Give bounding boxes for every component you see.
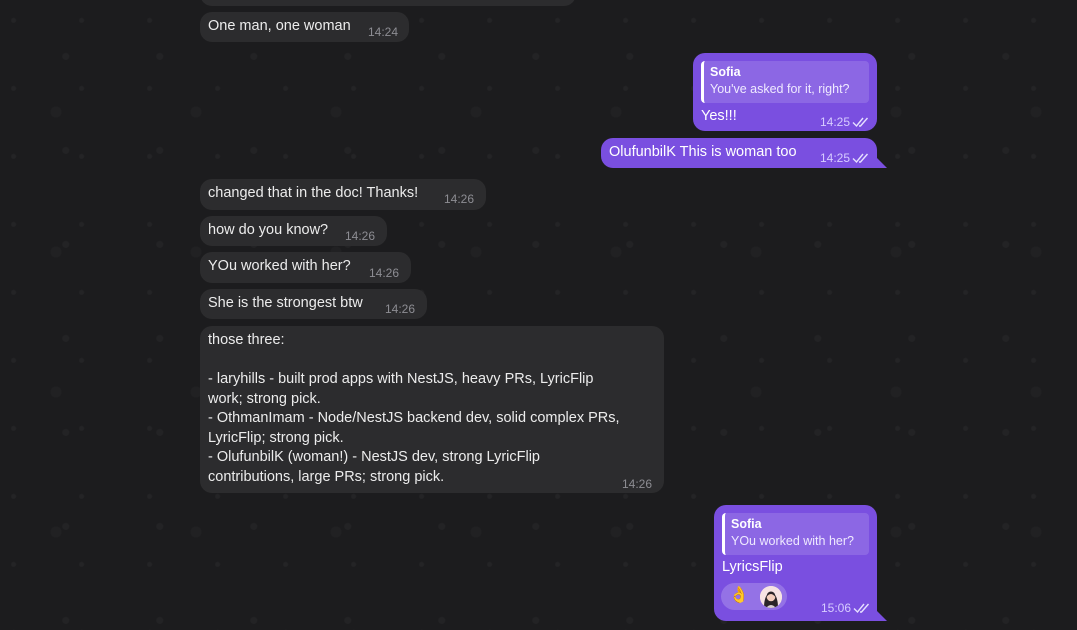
message-bubble-outgoing[interactable]: OlufunbilK This is woman too 14:25 bbox=[601, 138, 877, 168]
message-text: changed that in the doc! Thanks! bbox=[208, 185, 419, 201]
message-bubble[interactable]: She is the strongest btw 14:26 bbox=[200, 289, 427, 319]
message-time: 14:26 bbox=[345, 229, 376, 243]
message-bubble[interactable]: YOu worked with her? 14:26 bbox=[200, 252, 411, 283]
reply-author: Sofia bbox=[731, 517, 762, 531]
double-check-icon bbox=[852, 153, 869, 164]
message-time: 14:25 bbox=[820, 115, 851, 129]
message-text: One man, one woman bbox=[208, 18, 351, 34]
reply-text: YOu worked with her? bbox=[731, 534, 854, 548]
message-text: Yes!!! bbox=[701, 108, 737, 124]
message-text: how do you know? bbox=[208, 222, 329, 238]
message-bubble-outgoing[interactable]: Sofia YOu worked with her? LyricsFlip 👌 … bbox=[714, 505, 877, 621]
chat-wallpaper bbox=[0, 0, 1077, 630]
message-bubble-outgoing[interactable]: Sofia You've asked for it, right? Yes!!!… bbox=[693, 53, 877, 131]
message-time: 14:26 bbox=[622, 477, 653, 491]
reaction-chip[interactable]: 👌 bbox=[721, 583, 787, 610]
message-time: 15:06 bbox=[821, 601, 852, 615]
message-bubble[interactable]: how do you know? 14:26 bbox=[200, 216, 387, 246]
message-text: She is the strongest btw bbox=[208, 295, 363, 311]
message-time: 14:25 bbox=[820, 151, 851, 165]
message-bubble-clipped[interactable] bbox=[200, 0, 576, 6]
message-time: 14:26 bbox=[444, 192, 475, 206]
message-time: 14:26 bbox=[385, 302, 416, 316]
message-text: LyricsFlip bbox=[722, 559, 783, 575]
double-check-icon bbox=[852, 117, 869, 128]
message-time: 14:26 bbox=[369, 266, 400, 280]
message-text: OlufunbilK This is woman too bbox=[609, 144, 797, 160]
message-text: those three: - laryhills - built prod ap… bbox=[208, 332, 620, 485]
message-bubble[interactable]: those three: - laryhills - built prod ap… bbox=[200, 326, 664, 493]
avatar bbox=[760, 586, 782, 608]
reply-author: Sofia bbox=[710, 65, 741, 79]
message-text: YOu worked with her? bbox=[208, 258, 351, 274]
message-bubble[interactable]: changed that in the doc! Thanks! 14:26 bbox=[200, 179, 486, 210]
reply-quote[interactable]: Sofia YOu worked with her? bbox=[722, 513, 869, 555]
ok-hand-icon: 👌 bbox=[729, 587, 749, 604]
reply-text: You've asked for it, right? bbox=[710, 82, 850, 96]
message-time: 14:24 bbox=[368, 25, 399, 39]
double-check-icon bbox=[853, 603, 870, 614]
reply-quote[interactable]: Sofia You've asked for it, right? bbox=[701, 61, 869, 103]
message-bubble[interactable]: One man, one woman 14:24 bbox=[200, 12, 409, 42]
